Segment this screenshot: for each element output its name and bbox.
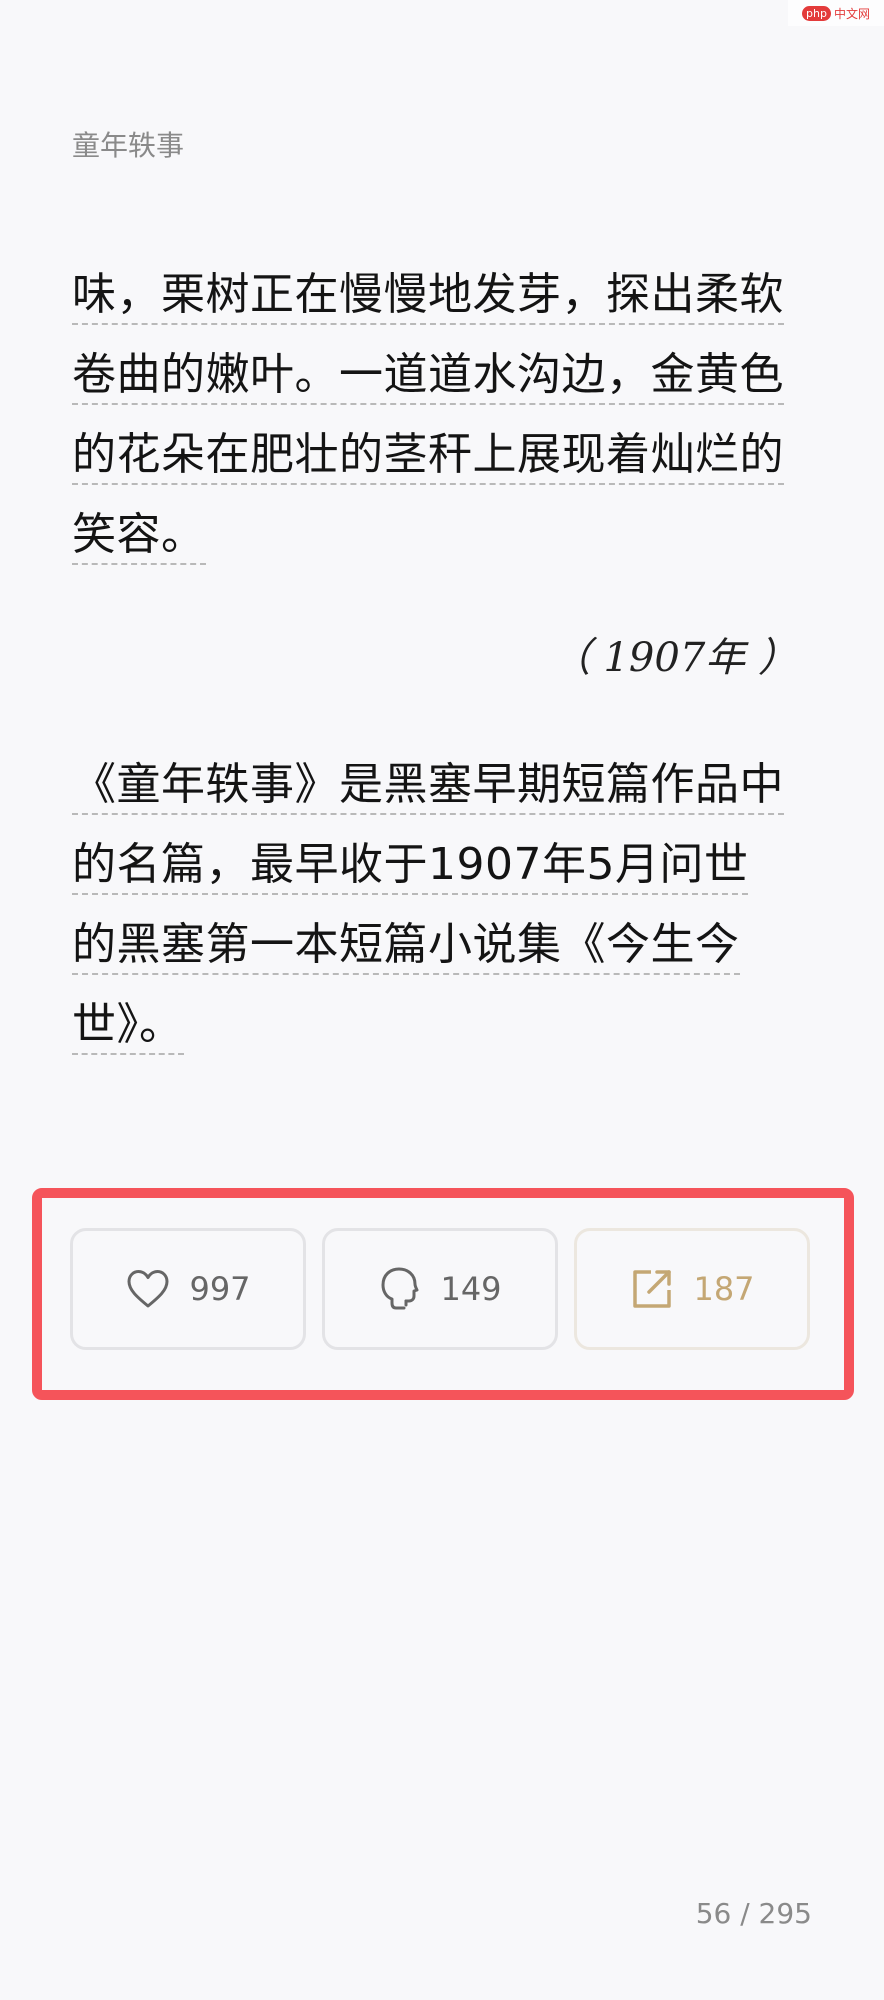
text-line: 味，栗树正在慢慢地发芽，探出柔软 xyxy=(72,262,814,342)
page-indicator: 56 / 295 xyxy=(695,1897,812,1930)
text-line: 卷曲的嫩叶。一道道水沟边，金黄色 xyxy=(72,342,814,422)
text-line: 的花朵在肥壮的茎秆上展现着灿烂的 xyxy=(72,422,814,502)
share-external-icon xyxy=(629,1266,675,1312)
book-title: 童年轶事 xyxy=(72,129,185,162)
share-button[interactable]: 187 xyxy=(574,1228,810,1350)
text-line: 的黑塞第一本短篇小说集《今生今 xyxy=(72,912,814,992)
date-note: （ 1907年 ） xyxy=(550,635,798,681)
text-line: 笑容。 xyxy=(72,502,814,582)
reading-paragraph-2: 《童年轶事》是黑塞早期短篇作品中 的名篇，最早收于1907年5月问世 的黑塞第一… xyxy=(72,752,814,1072)
like-count: 997 xyxy=(189,1270,251,1308)
heart-icon xyxy=(125,1268,171,1310)
comment-count: 149 xyxy=(440,1270,502,1308)
text-line: 的名篇，最早收于1907年5月问世 xyxy=(72,832,814,912)
share-count: 187 xyxy=(693,1270,755,1308)
watermark-text: 中文网 xyxy=(833,6,870,21)
text-line: 世》。 xyxy=(72,992,814,1072)
watermark-logo: php xyxy=(802,5,831,21)
reading-paragraph-1: 味，栗树正在慢慢地发芽，探出柔软 卷曲的嫩叶。一道道水沟边，金黄色 的花朵在肥壮… xyxy=(72,262,814,582)
head-speech-icon xyxy=(378,1265,422,1313)
like-button[interactable]: 997 xyxy=(70,1228,306,1350)
site-watermark: php 中文网 xyxy=(788,0,884,26)
text-line: 《童年轶事》是黑塞早期短篇作品中 xyxy=(72,752,814,832)
comment-button[interactable]: 149 xyxy=(322,1228,558,1350)
